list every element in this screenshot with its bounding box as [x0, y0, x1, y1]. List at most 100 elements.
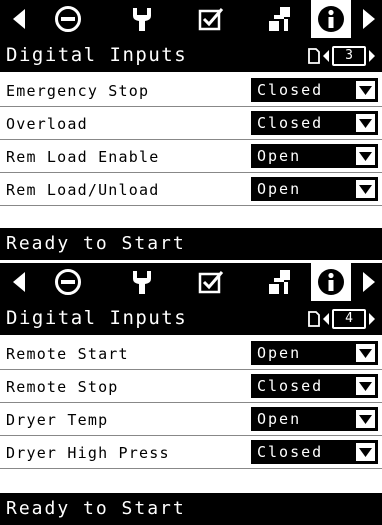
checklist-icon: [198, 271, 224, 294]
input-state-select[interactable]: Closed: [251, 374, 378, 398]
input-list: Remote Start Open Remote Stop Closed Dry…: [0, 337, 382, 469]
dropdown-button[interactable]: [356, 443, 375, 461]
network-tab[interactable]: [252, 263, 308, 301]
controller-screen-1: Digital Inputs 3 Emergency Stop Closed O…: [0, 0, 382, 260]
list-item: Rem Load/Unload Open: [0, 173, 382, 206]
chevron-down-icon: [359, 86, 372, 95]
checklist-tab[interactable]: [182, 263, 240, 301]
stop-circle-icon: [55, 6, 81, 32]
wrench-icon: [133, 8, 151, 31]
page-title: Digital Inputs: [6, 44, 188, 66]
stop-circle-icon: [55, 269, 81, 295]
input-state-value: Closed: [257, 377, 324, 395]
list-item: Remote Start Open: [0, 337, 382, 370]
input-state-select[interactable]: Open: [251, 341, 378, 365]
dropdown-button[interactable]: [356, 344, 375, 362]
network-icon: [269, 270, 290, 294]
list-item: Dryer Temp Open: [0, 403, 382, 436]
input-label: Dryer High Press: [6, 444, 170, 462]
dropdown-button[interactable]: [356, 180, 375, 198]
network-icon: [269, 7, 290, 31]
dropdown-button[interactable]: [356, 147, 375, 165]
input-state-select[interactable]: Closed: [251, 440, 378, 464]
input-label: Overload: [6, 115, 88, 133]
chevron-down-icon: [359, 349, 372, 358]
checklist-tab[interactable]: [182, 0, 240, 38]
wrench-icon: [133, 271, 151, 294]
input-state-value: Open: [257, 147, 302, 165]
input-label: Rem Load Enable: [6, 148, 160, 166]
status-text: Ready to Start: [6, 233, 186, 254]
list-item: Rem Load Enable Open: [0, 140, 382, 173]
right-arrow-icon: [362, 272, 375, 292]
input-state-value: Closed: [257, 443, 324, 461]
page-prev-icon[interactable]: [322, 312, 330, 326]
dropdown-button[interactable]: [356, 81, 375, 99]
input-label: Dryer Temp: [6, 411, 109, 429]
input-state-value: Open: [257, 344, 302, 362]
chevron-down-icon: [359, 119, 372, 128]
page-title: Digital Inputs: [6, 307, 188, 329]
maintenance-tab[interactable]: [112, 263, 172, 301]
checklist-icon: [198, 8, 224, 31]
nav-right-button[interactable]: [355, 0, 382, 38]
info-tab[interactable]: [309, 0, 353, 38]
page-selector: 3: [308, 46, 376, 66]
input-state-select[interactable]: Closed: [251, 111, 378, 135]
right-arrow-icon: [362, 9, 375, 29]
nav-right-button[interactable]: [355, 263, 382, 301]
chevron-down-icon: [359, 382, 372, 391]
list-item: Emergency Stop Closed: [0, 74, 382, 107]
dropdown-button[interactable]: [356, 377, 375, 395]
input-state-select[interactable]: Open: [251, 177, 378, 201]
info-icon: [318, 6, 344, 32]
chevron-down-icon: [359, 448, 372, 457]
top-toolbar: [0, 263, 382, 301]
left-arrow-icon: [13, 9, 25, 29]
list-item: Dryer High Press Closed: [0, 436, 382, 469]
chevron-down-icon: [359, 152, 372, 161]
input-label: Remote Stop: [6, 378, 119, 396]
network-tab[interactable]: [252, 0, 308, 38]
title-bar: Digital Inputs 3: [0, 38, 382, 72]
page-number: 4: [332, 309, 366, 329]
left-arrow-icon: [13, 272, 25, 292]
nav-left-button[interactable]: [0, 263, 38, 301]
status-text: Ready to Start: [6, 498, 186, 519]
title-bar: Digital Inputs 4: [0, 301, 382, 335]
input-state-select[interactable]: Open: [251, 144, 378, 168]
page-selector: 4: [308, 309, 376, 329]
chevron-down-icon: [359, 415, 372, 424]
chevron-down-icon: [359, 185, 372, 194]
input-state-select[interactable]: Open: [251, 407, 378, 431]
maintenance-tab[interactable]: [112, 0, 172, 38]
page-next-icon[interactable]: [368, 312, 376, 326]
document-icon: [308, 48, 320, 64]
page-prev-icon[interactable]: [322, 49, 330, 63]
dropdown-button[interactable]: [356, 410, 375, 428]
input-list: Emergency Stop Closed Overload Closed Re…: [0, 74, 382, 206]
input-label: Emergency Stop: [6, 82, 150, 100]
input-label: Rem Load/Unload: [6, 181, 160, 199]
status-bar: Ready to Start: [0, 493, 382, 525]
stop-tab[interactable]: [42, 263, 94, 301]
input-state-value: Open: [257, 410, 302, 428]
dropdown-button[interactable]: [356, 114, 375, 132]
page-number: 3: [332, 46, 366, 66]
info-tab[interactable]: [309, 263, 353, 301]
stop-tab[interactable]: [42, 0, 94, 38]
input-label: Remote Start: [6, 345, 129, 363]
list-item: Remote Stop Closed: [0, 370, 382, 403]
top-toolbar: [0, 0, 382, 38]
nav-left-button[interactable]: [0, 0, 38, 38]
input-state-select[interactable]: Closed: [251, 78, 378, 102]
status-bar: Ready to Start: [0, 228, 382, 260]
controller-screen-2: Digital Inputs 4 Remote Start Open Remot…: [0, 263, 382, 525]
input-state-value: Closed: [257, 114, 324, 132]
input-state-value: Closed: [257, 81, 324, 99]
list-item: Overload Closed: [0, 107, 382, 140]
info-icon: [318, 269, 344, 295]
page-next-icon[interactable]: [368, 49, 376, 63]
document-icon: [308, 311, 320, 327]
input-state-value: Open: [257, 180, 302, 198]
